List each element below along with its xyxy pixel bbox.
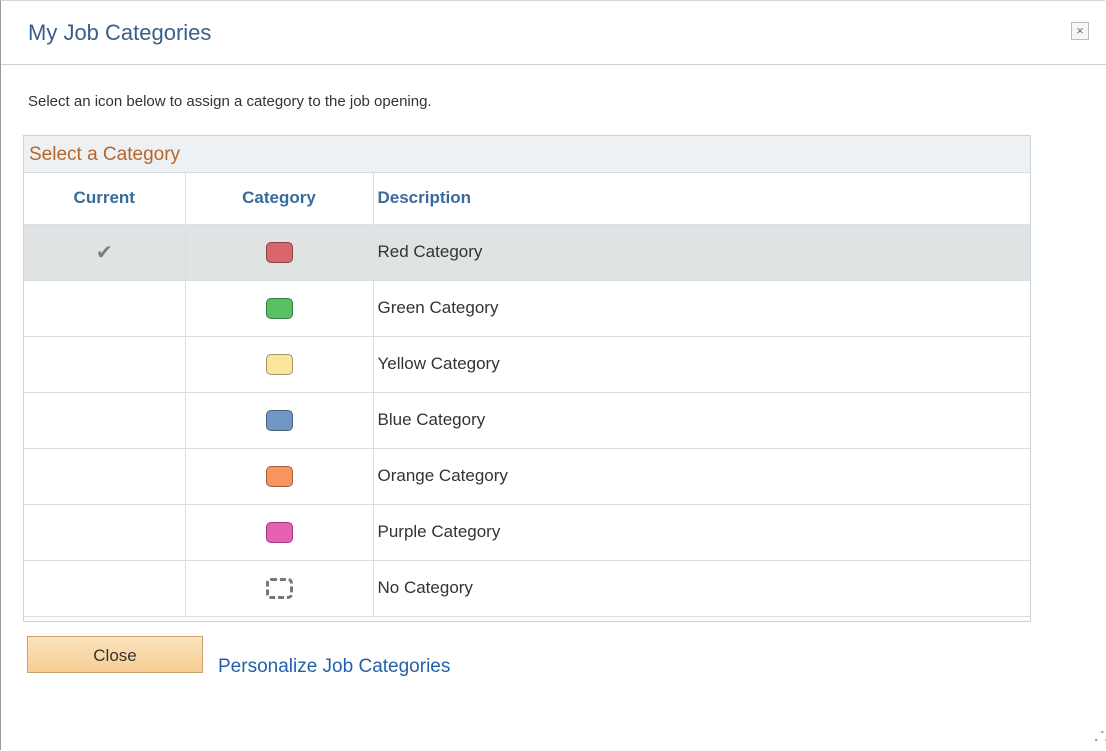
category-swatch-icon[interactable] — [265, 353, 293, 375]
instruction-text: Select an icon below to assign a categor… — [28, 93, 432, 110]
category-swatch-icon[interactable] — [265, 297, 293, 319]
category-description: Green Category — [373, 280, 1030, 337]
category-cell — [185, 560, 374, 617]
column-header-current: Current — [24, 173, 186, 225]
table-header-row: Current Category Description — [24, 173, 1030, 225]
table-row[interactable]: Purple Category — [24, 504, 1030, 561]
category-table: Current Category Description ✔ Red Catego… — [24, 173, 1030, 617]
category-swatch-icon[interactable] — [265, 577, 293, 599]
category-cell — [185, 280, 374, 337]
category-grid: Select a Category Current Category Descr… — [23, 135, 1031, 622]
column-header-category: Category — [185, 173, 374, 225]
category-cell — [185, 392, 374, 449]
close-icon[interactable]: × — [1071, 22, 1089, 40]
table-row[interactable]: Green Category — [24, 280, 1030, 337]
job-categories-dialog: My Job Categories × Select an icon below… — [0, 0, 1106, 750]
category-cell — [185, 448, 374, 505]
close-button[interactable]: Close — [27, 636, 203, 673]
table-row[interactable]: No Category — [24, 560, 1030, 617]
current-cell — [24, 560, 186, 617]
table-row[interactable]: Blue Category — [24, 392, 1030, 449]
current-cell — [24, 448, 186, 505]
category-swatch-icon[interactable] — [265, 409, 293, 431]
grid-header: Select a Category — [24, 136, 1030, 173]
table-row[interactable]: Orange Category — [24, 448, 1030, 505]
column-header-description: Description — [373, 173, 1030, 225]
table-row[interactable]: Yellow Category — [24, 336, 1030, 393]
personalize-job-categories-link[interactable]: Personalize Job Categories — [218, 656, 450, 678]
dialog-title: My Job Categories — [28, 20, 212, 45]
category-description: Yellow Category — [373, 336, 1030, 393]
category-description: Purple Category — [373, 504, 1030, 561]
category-swatch-icon[interactable] — [265, 241, 293, 263]
category-swatch-icon[interactable] — [265, 465, 293, 487]
category-description: Orange Category — [373, 448, 1030, 505]
category-cell — [185, 336, 374, 393]
category-description: Red Category — [373, 224, 1030, 281]
current-cell — [24, 336, 186, 393]
grid-title: Select a Category — [29, 144, 181, 165]
category-cell — [185, 504, 374, 561]
current-cell — [24, 504, 186, 561]
current-cell — [24, 280, 186, 337]
category-description: Blue Category — [373, 392, 1030, 449]
dialog-titlebar: My Job Categories × — [1, 1, 1106, 65]
table-row[interactable]: ✔ Red Category — [24, 224, 1030, 281]
current-cell: ✔ — [24, 224, 186, 281]
category-cell — [185, 224, 374, 281]
checkmark-icon: ✔ — [95, 241, 113, 264]
current-cell — [24, 392, 186, 449]
category-description: No Category — [373, 560, 1030, 617]
resize-handle-icon[interactable]: ⠠⠡ — [1089, 729, 1106, 746]
category-swatch-icon[interactable] — [265, 521, 293, 543]
